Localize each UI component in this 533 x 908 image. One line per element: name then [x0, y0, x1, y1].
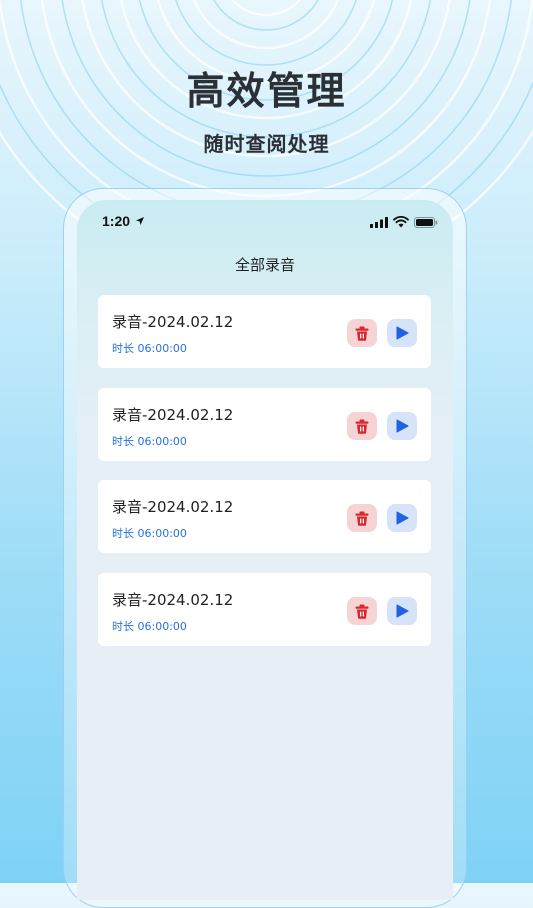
- play-icon: [396, 511, 408, 525]
- wifi-icon: [393, 216, 409, 228]
- recording-title: 录音-2024.02.12: [112, 498, 234, 516]
- recording-title: 录音-2024.02.12: [112, 313, 234, 331]
- trash-icon: [355, 419, 369, 434]
- battery-icon: [414, 217, 438, 228]
- play-button[interactable]: [387, 597, 417, 625]
- recording-card[interactable]: 录音-2024.02.12 时长 06:00:00: [98, 295, 431, 368]
- recording-card[interactable]: 录音-2024.02.12 时长 06:00:00: [98, 573, 431, 646]
- recording-card[interactable]: 录音-2024.02.12 时长 06:00:00: [98, 480, 431, 553]
- status-time: 1:20: [102, 213, 131, 229]
- delete-button[interactable]: [347, 412, 377, 440]
- play-button[interactable]: [387, 504, 417, 532]
- play-icon: [396, 419, 408, 433]
- trash-icon: [355, 511, 369, 526]
- play-icon: [396, 604, 408, 618]
- play-icon: [396, 326, 408, 340]
- trash-icon: [355, 326, 369, 341]
- recording-title: 录音-2024.02.12: [112, 591, 234, 609]
- location-arrow-icon: [136, 217, 144, 225]
- delete-button[interactable]: [347, 504, 377, 532]
- cellular-signal-icon: [370, 217, 388, 228]
- play-button[interactable]: [387, 412, 417, 440]
- recording-duration: 时长 06:00:00: [112, 435, 187, 448]
- play-button[interactable]: [387, 319, 417, 347]
- phone-screen: 1:20 全部录音 录音-2024.02.12 时长 06:00:00 录音-2…: [77, 200, 453, 900]
- recording-duration: 时长 06:00:00: [112, 620, 187, 633]
- subheadline: 随时查阅处理: [203, 132, 330, 156]
- recording-card[interactable]: 录音-2024.02.12 时长 06:00:00: [98, 388, 431, 461]
- recording-duration: 时长 06:00:00: [112, 342, 187, 355]
- page-title: 全部录音: [234, 256, 295, 274]
- status-bar: 1:20: [77, 210, 453, 234]
- headline: 高效管理: [186, 69, 347, 113]
- delete-button[interactable]: [347, 319, 377, 347]
- recording-title: 录音-2024.02.12: [112, 406, 234, 424]
- trash-icon: [355, 604, 369, 619]
- delete-button[interactable]: [347, 597, 377, 625]
- recording-duration: 时长 06:00:00: [112, 527, 187, 540]
